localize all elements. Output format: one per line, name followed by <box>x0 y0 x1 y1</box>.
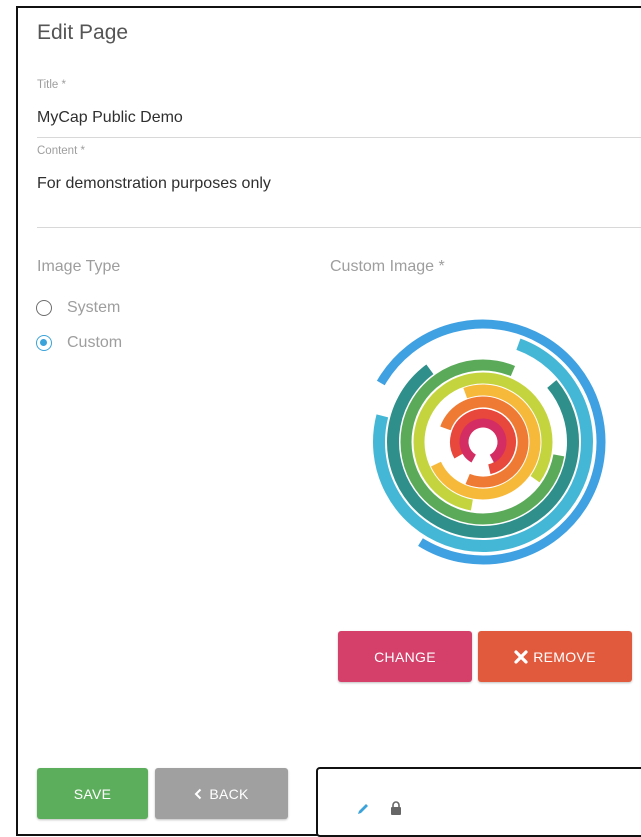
lock-icon[interactable] <box>390 801 402 815</box>
radio-system[interactable]: System <box>36 299 120 317</box>
content-underline <box>37 227 641 228</box>
radio-custom-circle[interactable] <box>36 335 52 351</box>
custom-image-preview <box>360 319 606 565</box>
title-label: Title * <box>37 79 66 91</box>
save-button-label: SAVE <box>73 785 112 802</box>
x-icon <box>514 649 528 664</box>
title-field[interactable]: MyCap Public Demo <box>37 109 183 127</box>
change-button-label: CHANGE <box>374 648 436 665</box>
title-underline <box>37 137 641 138</box>
page-preview-card <box>316 767 641 837</box>
image-type-label: Image Type <box>37 258 121 275</box>
custom-image-label: Custom Image * <box>330 258 445 275</box>
chevron-left-icon <box>194 788 202 800</box>
back-button[interactable]: BACK <box>155 768 288 819</box>
remove-button-label: REMOVE <box>533 648 596 665</box>
radio-custom-label: Custom <box>67 334 123 351</box>
content-label: Content * <box>37 145 85 157</box>
change-image-button[interactable]: CHANGE <box>338 631 472 682</box>
radio-system-label: System <box>67 299 121 316</box>
content-field[interactable]: For demonstration purposes only <box>37 175 271 193</box>
page-title: Edit Page <box>37 21 129 44</box>
back-button-label: BACK <box>209 785 249 802</box>
ring-teal <box>387 346 579 538</box>
pencil-icon[interactable] <box>356 802 370 816</box>
remove-image-button[interactable]: REMOVE <box>478 631 632 682</box>
save-button[interactable]: SAVE <box>37 768 148 819</box>
radio-custom[interactable]: Custom <box>36 334 122 352</box>
radio-system-circle[interactable] <box>36 300 52 316</box>
